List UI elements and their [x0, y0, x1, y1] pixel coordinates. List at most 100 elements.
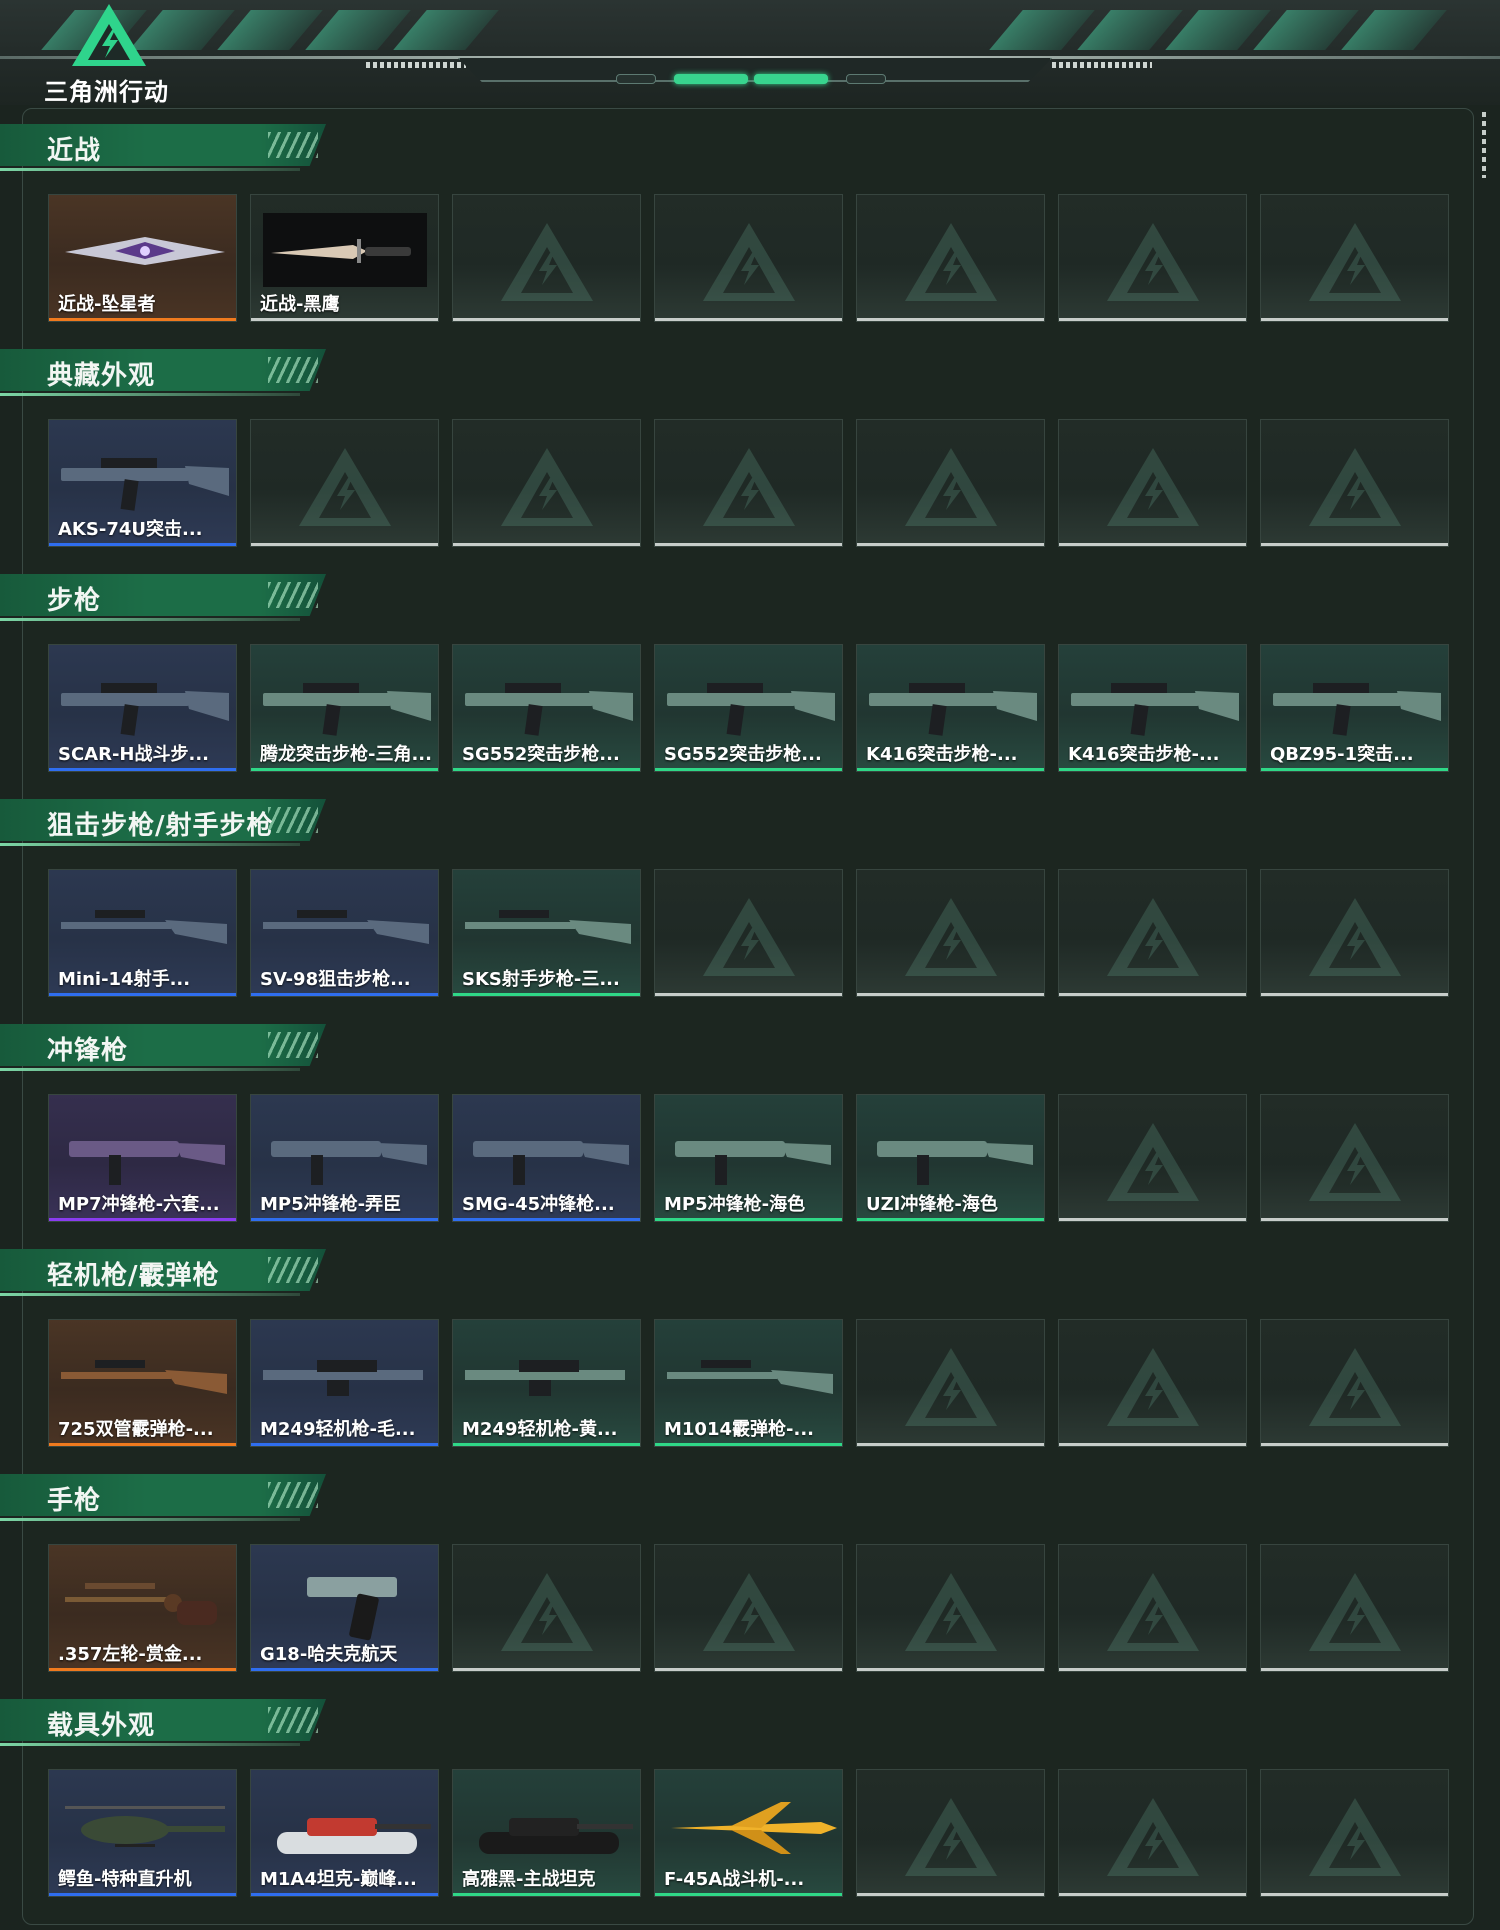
item-card[interactable]: MP5冲锋枪-弄臣 [250, 1094, 439, 1222]
empty-slot [1058, 1319, 1247, 1447]
item-card-label: SG552突击步枪... [664, 744, 822, 765]
item-card[interactable]: Mini-14射手... [48, 869, 237, 997]
section: 轻机枪/霰弹枪 725双管霰弹枪-... M249轻机枪-毛... M249轻机枪-黄… [0, 1235, 1500, 1460]
page-indicator-3[interactable] [754, 74, 828, 84]
item-card[interactable]: SCAR-H战斗步... [48, 644, 237, 772]
item-card-label: AKS-74U突击... [58, 519, 203, 540]
placeholder-logo-icon [1308, 1798, 1401, 1876]
empty-slot [1058, 1769, 1247, 1897]
section-header-stripes [268, 1482, 318, 1508]
section-underline [0, 1743, 300, 1746]
item-card[interactable]: QBZ95-1突击... [1260, 644, 1449, 772]
page-indicator-1[interactable] [616, 74, 656, 84]
item-card[interactable]: 725双管霰弹枪-... [48, 1319, 237, 1447]
item-card-label: F-45A战斗机-... [664, 1869, 805, 1890]
rarity-bar [49, 318, 236, 321]
rarity-bar [655, 1218, 842, 1221]
empty-slot [856, 419, 1045, 547]
pistol-icon [307, 1577, 397, 1641]
rarity-bar [453, 1668, 640, 1671]
section-title: 手枪 [47, 1486, 102, 1516]
item-card[interactable]: SV-98狙击步枪... [250, 869, 439, 997]
rarity-bar [453, 1218, 640, 1221]
rifle-icon [61, 683, 229, 736]
rarity-bar [453, 768, 640, 771]
item-card[interactable]: M249轻机枪-毛... [250, 1319, 439, 1447]
rifle-icon [263, 683, 431, 736]
empty-slot [654, 419, 843, 547]
rarity-bar [655, 318, 842, 321]
rarity-bar [857, 1893, 1044, 1896]
placeholder-logo-icon [702, 448, 795, 526]
placeholder-logo-icon [904, 448, 997, 526]
item-card[interactable]: SG552突击步枪... [654, 644, 843, 772]
page-indicator-2[interactable] [674, 74, 748, 84]
placeholder-logo-icon [1308, 1573, 1401, 1651]
empty-slot [654, 194, 843, 322]
rarity-bar [49, 1443, 236, 1446]
empty-slot [856, 194, 1045, 322]
rarity-bar [453, 1443, 640, 1446]
empty-slot [856, 1544, 1045, 1672]
item-card-label: 鳄鱼-特种直升机 [58, 1869, 192, 1890]
section: 载具外观 鳄鱼-特种直升机 M1A4坦克-巅峰... 高雅黑-主战坦克 F-45A战斗机… [0, 1685, 1500, 1910]
placeholder-logo-icon [904, 898, 997, 976]
rifle-icon [465, 683, 633, 736]
smg-icon [69, 1141, 225, 1185]
item-card[interactable]: G18-哈夫克航天 [250, 1544, 439, 1672]
item-card[interactable]: MP7冲锋枪-六套... [48, 1094, 237, 1222]
item-card[interactable]: .357左轮-赏金... [48, 1544, 237, 1672]
empty-slot [452, 1544, 641, 1672]
rarity-bar [1261, 1443, 1448, 1446]
lmg-icon [263, 1360, 423, 1396]
item-card[interactable]: K416突击步枪-... [1058, 644, 1247, 772]
item-card[interactable]: SG552突击步枪... [452, 644, 641, 772]
rarity-bar [1059, 993, 1246, 996]
rifle-icon [667, 683, 835, 736]
item-card[interactable]: M1014霰弹枪-... [654, 1319, 843, 1447]
rarity-bar [1059, 1668, 1246, 1671]
item-card-label: K416突击步枪-... [866, 744, 1018, 765]
item-card-label: 腾龙突击步枪-三角... [260, 744, 432, 765]
page-indicator-4[interactable] [846, 74, 886, 84]
placeholder-logo-icon [298, 448, 391, 526]
item-card-label: 高雅黑-主战坦克 [462, 1869, 596, 1890]
item-card-label: 近战-黑鹰 [260, 294, 340, 315]
item-card[interactable]: 近战-黑鹰 [250, 194, 439, 322]
item-card-label: SKS射手步枪-三... [462, 969, 620, 990]
rifle-icon [61, 458, 229, 511]
placeholder-logo-icon [1106, 898, 1199, 976]
section: 步枪 SCAR-H战斗步... 腾龙突击步枪-三角... SG552突击步枪... SG… [0, 560, 1500, 785]
item-card[interactable]: UZI冲锋枪-海色 [856, 1094, 1045, 1222]
sniper-icon [465, 910, 631, 944]
item-card[interactable]: SMG-45冲锋枪... [452, 1094, 641, 1222]
item-card[interactable]: 近战-坠星者 [48, 194, 237, 322]
rarity-bar [49, 993, 236, 996]
item-card-label: Mini-14射手... [58, 969, 191, 990]
item-card[interactable]: 腾龙突击步枪-三角... [250, 644, 439, 772]
item-card[interactable]: AKS-74U突击... [48, 419, 237, 547]
rarity-bar [251, 1218, 438, 1221]
item-card[interactable]: M1A4坦克-巅峰... [250, 1769, 439, 1897]
empty-slot [1260, 1544, 1449, 1672]
placeholder-logo-icon [1106, 1123, 1199, 1201]
item-card[interactable]: 鳄鱼-特种直升机 [48, 1769, 237, 1897]
revolver-icon [65, 1583, 217, 1625]
empty-slot [856, 1769, 1045, 1897]
rarity-bar [251, 768, 438, 771]
item-card[interactable]: K416突击步枪-... [856, 644, 1045, 772]
empty-slot [654, 869, 843, 997]
item-card[interactable]: 高雅黑-主战坦克 [452, 1769, 641, 1897]
rarity-bar [1059, 1218, 1246, 1221]
placeholder-logo-icon [904, 1798, 997, 1876]
item-card[interactable]: M249轻机枪-黄... [452, 1319, 641, 1447]
section: 狙击步枪/射手步枪 Mini-14射手... SV-98狙击步枪... SKS射手步枪… [0, 785, 1500, 1010]
rarity-bar [655, 768, 842, 771]
item-card[interactable]: SKS射手步枪-三... [452, 869, 641, 997]
item-card[interactable]: MP5冲锋枪-海色 [654, 1094, 843, 1222]
item-card[interactable]: F-45A战斗机-... [654, 1769, 843, 1897]
item-card-label: 近战-坠星者 [58, 294, 156, 315]
item-card-label: QBZ95-1突击... [1270, 744, 1414, 765]
rarity-bar [1261, 993, 1448, 996]
placeholder-logo-icon [1106, 1798, 1199, 1876]
